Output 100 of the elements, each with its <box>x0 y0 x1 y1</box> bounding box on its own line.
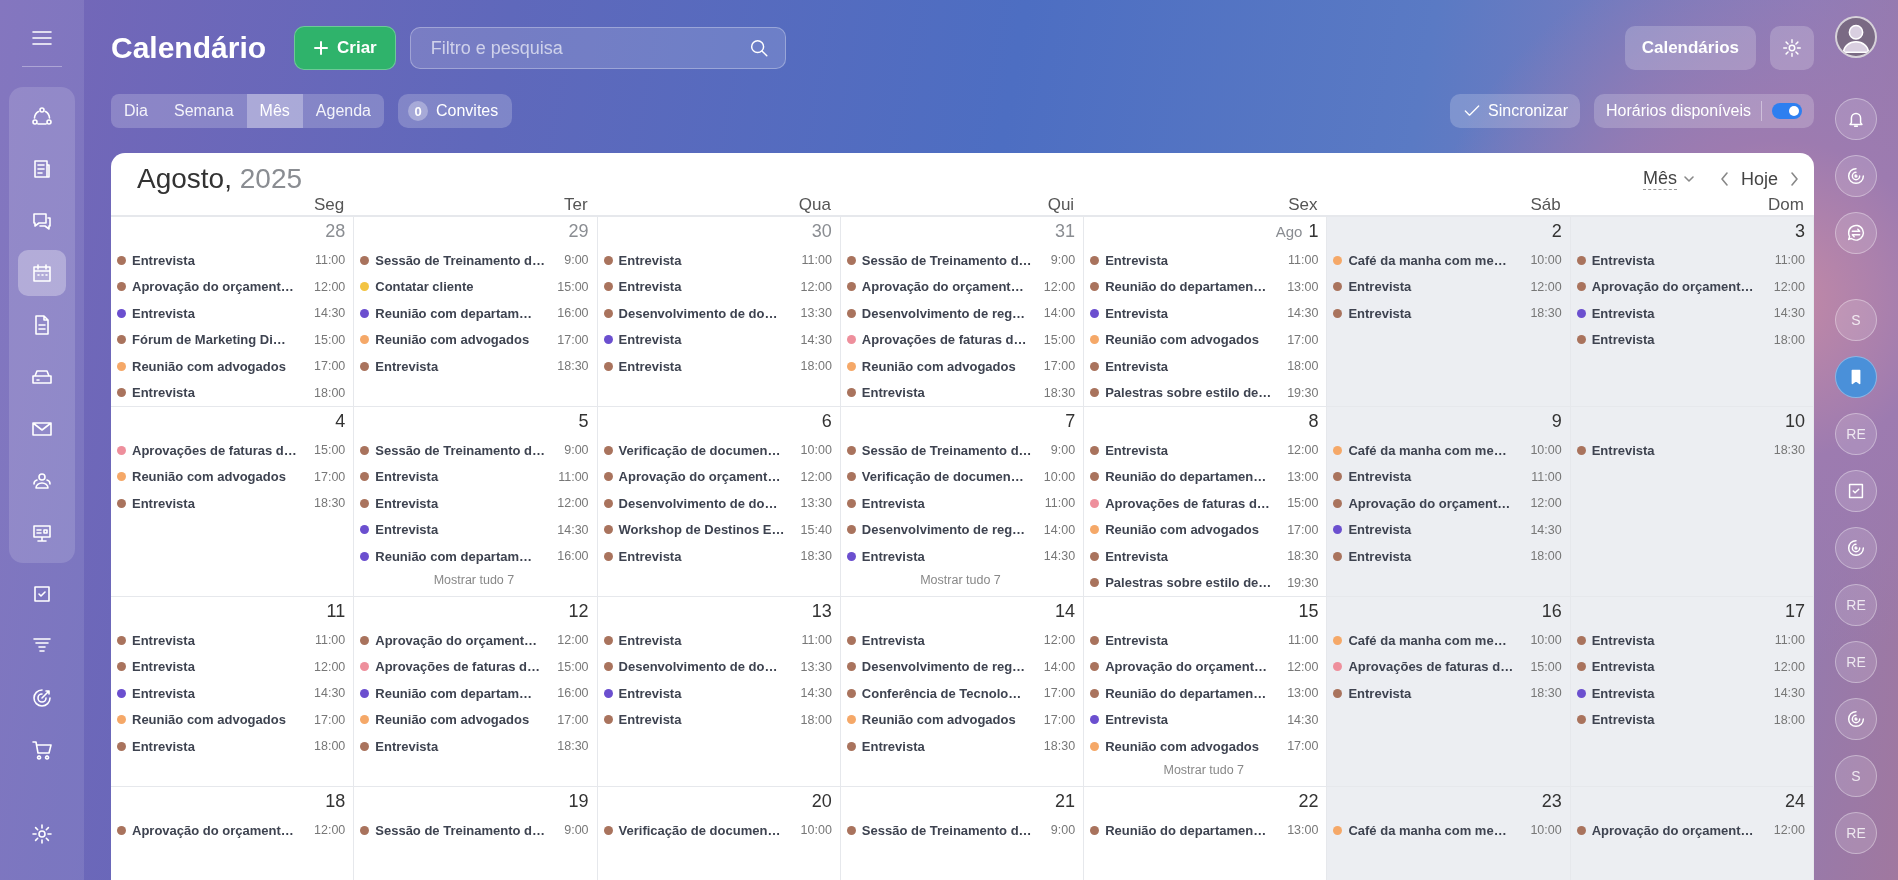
event-title[interactable]: Reunião com departam… <box>375 548 553 564</box>
event-title[interactable]: Aprovações de faturas d… <box>861 332 1039 348</box>
event-title[interactable]: Desenvolvimento de do… <box>618 659 796 675</box>
event-title[interactable]: Café da manha com me… <box>1348 442 1526 458</box>
event-title[interactable]: Entrevista <box>132 385 309 401</box>
event-title[interactable]: Entrevista <box>618 712 796 728</box>
spiral-icon[interactable] <box>1835 155 1877 197</box>
event-title[interactable]: Desenvolvimento de reg… <box>861 522 1039 538</box>
event-title[interactable]: Entrevista <box>861 632 1039 648</box>
show-all-link[interactable]: Mostrar tudo 7 <box>1163 762 1245 777</box>
event-title[interactable]: Entrevista <box>1591 685 1769 701</box>
event-title[interactable]: Reunião com advogados <box>1105 332 1283 348</box>
event-title[interactable]: Sessão de Treinamento d… <box>375 252 560 268</box>
event-title[interactable]: Desenvolvimento de reg… <box>861 659 1039 675</box>
avatar[interactable] <box>1835 16 1877 58</box>
event-title[interactable]: Palestras sobre estilo de… <box>1105 575 1283 591</box>
event-title[interactable]: Entrevista <box>1105 252 1284 268</box>
event-title[interactable]: Aprovação do orçament… <box>132 279 309 295</box>
event-title[interactable]: Reunião com advogados <box>375 712 553 728</box>
event-title[interactable]: Entrevista <box>1348 522 1526 538</box>
event-title[interactable]: Entrevista <box>132 659 309 675</box>
event-title[interactable]: Contatar cliente <box>375 279 553 295</box>
event-title[interactable]: Entrevista <box>618 632 797 648</box>
event-title[interactable]: Entrevista <box>618 685 796 701</box>
event-title[interactable]: Entrevista <box>1591 659 1769 675</box>
event-title[interactable]: Reunião com departam… <box>375 685 553 701</box>
toggle-switch[interactable] <box>1772 103 1802 119</box>
bookmark-icon[interactable] <box>1835 356 1877 398</box>
event-title[interactable]: Entrevista <box>132 305 309 321</box>
event-title[interactable]: Desenvolvimento de reg… <box>861 305 1039 321</box>
event-title[interactable]: Verificação de documen… <box>618 822 796 838</box>
event-title[interactable]: Entrevista <box>861 385 1039 401</box>
event-title[interactable]: Entrevista <box>1348 548 1526 564</box>
event-title[interactable]: Entrevista <box>618 548 796 564</box>
event-title[interactable]: Entrevista <box>132 495 309 511</box>
event-title[interactable]: Aprovações de faturas d… <box>1105 495 1283 511</box>
event-title[interactable]: Fórum de Marketing Di… <box>132 332 309 348</box>
event-title[interactable]: Entrevista <box>1105 548 1283 564</box>
event-title[interactable]: Reunião com advogados <box>132 712 309 728</box>
event-title[interactable]: Palestras sobre estilo de… <box>1105 385 1283 401</box>
event-title[interactable]: Entrevista <box>1348 685 1526 701</box>
event-title[interactable]: Café da manha com me… <box>1348 252 1526 268</box>
event-title[interactable]: Entrevista <box>1105 305 1283 321</box>
event-title[interactable]: Aprovação do orçament… <box>618 469 796 485</box>
event-title[interactable]: Entrevista <box>1591 252 1770 268</box>
event-title[interactable]: Sessão de Treinamento d… <box>861 442 1046 458</box>
event-title[interactable]: Aprovação do orçament… <box>861 279 1039 295</box>
event-title[interactable]: Reunião com departam… <box>375 305 553 321</box>
event-title[interactable]: Aprovação do orçament… <box>1348 495 1526 511</box>
event-title[interactable]: Reunião com advogados <box>375 332 553 348</box>
event-title[interactable]: Entrevista <box>618 252 797 268</box>
show-all-link[interactable]: Mostrar tudo 7 <box>920 572 1001 587</box>
event-title[interactable]: Entrevista <box>861 495 1040 511</box>
event-title[interactable]: Desenvolvimento de do… <box>618 495 796 511</box>
spiral-icon[interactable] <box>1835 527 1877 569</box>
event-title[interactable]: Sessão de Treinamento d… <box>375 442 560 458</box>
event-title[interactable]: Verificação de documen… <box>618 442 796 458</box>
event-title[interactable]: Entrevista <box>1105 632 1284 648</box>
event-title[interactable]: Entrevista <box>375 495 553 511</box>
event-title[interactable]: Café da manha com me… <box>1348 822 1526 838</box>
event-title[interactable]: Reunião com advogados <box>1105 522 1283 538</box>
next-icon[interactable] <box>1788 171 1800 187</box>
event-title[interactable]: Entrevista <box>375 738 553 754</box>
event-title[interactable]: Aprovação do orçament… <box>1591 822 1769 838</box>
event-title[interactable]: Entrevista <box>1348 469 1527 485</box>
event-title[interactable]: Entrevista <box>132 632 310 648</box>
event-title[interactable]: Entrevista <box>1591 712 1769 728</box>
checkbox-icon[interactable] <box>1835 470 1877 512</box>
event-title[interactable]: Entrevista <box>1591 305 1769 321</box>
event-title[interactable]: Aprovação do orçament… <box>1105 659 1283 675</box>
previous-icon[interactable] <box>1718 171 1731 187</box>
event-title[interactable]: Entrevista <box>375 358 553 374</box>
event-title[interactable]: Aprovações de faturas d… <box>375 659 553 675</box>
event-title[interactable]: Entrevista <box>618 279 796 295</box>
event-title[interactable]: Reunião do departamen… <box>1105 685 1283 701</box>
event-title[interactable]: Entrevista <box>861 738 1039 754</box>
event-title[interactable]: Aprovação do orçament… <box>1591 279 1769 295</box>
event-title[interactable]: Desenvolvimento de do… <box>618 305 796 321</box>
settings-button[interactable] <box>1770 26 1814 70</box>
event-title[interactable]: Entrevista <box>375 469 554 485</box>
notifications-icon[interactable] <box>1835 98 1877 140</box>
event-title[interactable]: Sessão de Treinamento d… <box>861 822 1046 838</box>
event-title[interactable]: Reunião com advogados <box>132 358 309 374</box>
event-title[interactable]: Entrevista <box>132 685 309 701</box>
event-title[interactable]: Sessão de Treinamento d… <box>861 252 1046 268</box>
event-title[interactable]: Aprovações de faturas d… <box>132 442 309 458</box>
event-title[interactable]: Conferência de Tecnolo… <box>861 685 1039 701</box>
event-title[interactable]: Entrevista <box>1105 712 1283 728</box>
event-title[interactable]: Aprovação do orçament… <box>132 822 309 838</box>
chat-arrows-icon[interactable] <box>1835 212 1877 254</box>
event-title[interactable]: Aprovação do orçament… <box>375 632 553 648</box>
event-title[interactable]: Entrevista <box>375 522 553 538</box>
event-title[interactable]: Entrevista <box>1348 279 1526 295</box>
event-title[interactable]: Entrevista <box>618 332 796 348</box>
event-title[interactable]: Entrevista <box>1591 632 1770 648</box>
event-title[interactable]: Entrevista <box>1105 358 1283 374</box>
event-title[interactable]: Reunião com advogados <box>1105 738 1283 754</box>
event-title[interactable]: Reunião do departamen… <box>1105 469 1283 485</box>
event-title[interactable]: Entrevista <box>861 548 1039 564</box>
calendar-icon[interactable] <box>18 250 66 296</box>
